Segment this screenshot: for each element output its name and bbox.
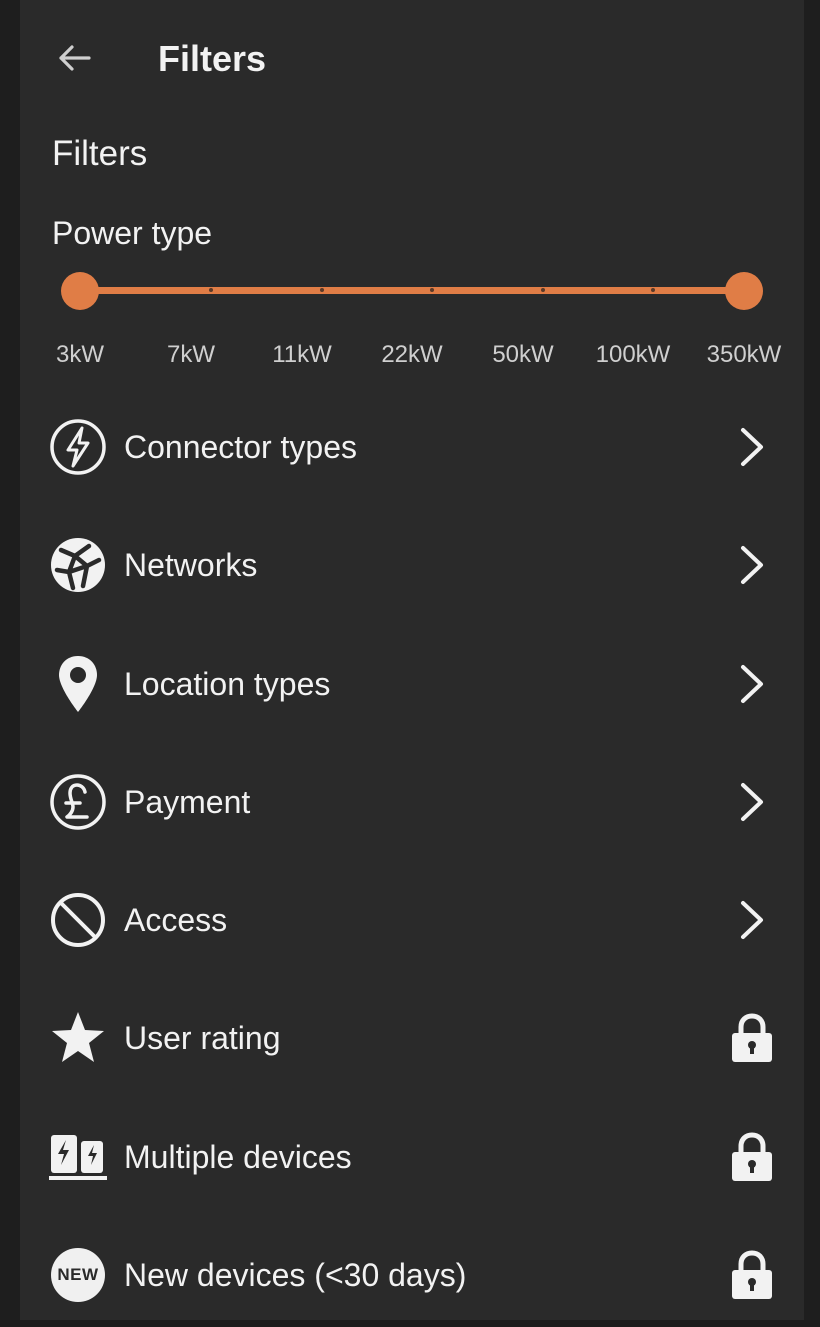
filter-row-connector-types[interactable]: Connector types (20, 395, 804, 499)
pound-circle-icon (48, 772, 108, 832)
slider-thumb-min[interactable] (61, 272, 99, 310)
network-globe-icon (48, 535, 108, 595)
filter-row-location-types[interactable]: Location types (20, 632, 804, 736)
screen-edge-right (804, 0, 820, 1320)
app-bar: Filters (20, 0, 804, 118)
new-badge: NEW (51, 1248, 105, 1302)
filter-row-networks[interactable]: Networks (20, 513, 804, 617)
new-badge-icon: NEW (48, 1245, 108, 1305)
filter-row-label: Access (124, 902, 228, 938)
filter-row-label: Multiple devices (124, 1139, 352, 1175)
slider-tick (541, 288, 545, 292)
bolt-circle-icon (48, 417, 108, 477)
section-title: Filters (52, 134, 148, 173)
chevron-right-icon (722, 654, 782, 714)
filter-row-label: Networks (124, 547, 258, 583)
power-option-label: 7kW (167, 341, 215, 368)
filter-row-label: Location types (124, 666, 331, 702)
location-pin-icon (48, 654, 108, 714)
lock-icon (722, 1245, 782, 1305)
power-option-label: 11kW (272, 341, 332, 368)
chevron-right-icon (722, 772, 782, 832)
filter-row-label: New devices (<30 days) (124, 1257, 467, 1293)
no-access-icon (48, 890, 108, 950)
power-option-label: 22kW (381, 341, 443, 368)
filter-row-payment[interactable]: Payment (20, 750, 804, 854)
slider-tick (320, 288, 324, 292)
multiple-chargers-icon (48, 1127, 108, 1187)
chevron-right-icon (722, 417, 782, 477)
star-icon (48, 1008, 108, 1068)
back-button[interactable] (50, 36, 98, 80)
slider-thumb-max[interactable] (725, 272, 763, 310)
lock-icon (722, 1127, 782, 1187)
power-option-label: 100kW (595, 341, 671, 368)
power-option-label: 350kW (706, 341, 782, 368)
screen-edge-left (0, 0, 20, 1320)
filter-row-multiple-devices[interactable]: Multiple devices (20, 1105, 804, 1209)
power-option-label: 3kW (56, 341, 104, 368)
filter-row-label: User rating (124, 1020, 281, 1056)
power-type-label: Power type (52, 215, 213, 251)
arrow-left-icon (59, 45, 91, 71)
slider-tick (430, 288, 434, 292)
lock-icon (722, 1008, 782, 1068)
slider-tick (651, 288, 655, 292)
chevron-right-icon (722, 890, 782, 950)
filter-row-label: Connector types (124, 429, 358, 465)
power-range-slider[interactable] (60, 268, 764, 314)
filters-screen: Filters Filters Power type 3kW 7kW 11kW … (20, 0, 804, 1320)
filter-row-access[interactable]: Access (20, 868, 804, 972)
slider-track (80, 287, 744, 294)
slider-tick (209, 288, 213, 292)
power-option-label: 50kW (492, 341, 554, 368)
filter-row-new-devices[interactable]: NEW New devices (<30 days) (20, 1223, 804, 1327)
chevron-right-icon (722, 535, 782, 595)
filter-row-user-rating[interactable]: User rating (20, 986, 804, 1090)
filter-row-label: Payment (124, 784, 251, 820)
page-title: Filters (158, 38, 267, 79)
